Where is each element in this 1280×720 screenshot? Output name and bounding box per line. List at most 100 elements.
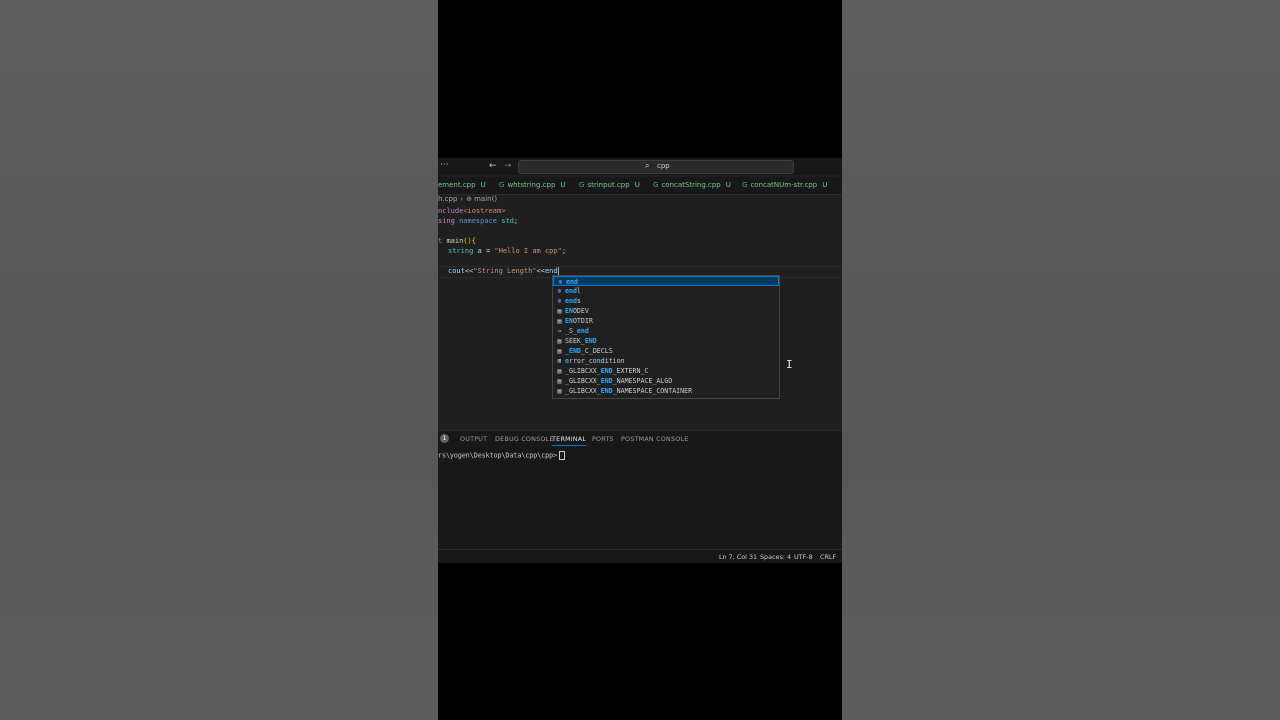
tab-status: U: [560, 181, 566, 189]
chevron-right-icon: ›: [460, 195, 464, 203]
code-line-1: nclude<iostream>: [438, 206, 505, 216]
code-token: <iostream>: [463, 207, 506, 215]
suggestion-item[interactable]: ⊞ error_condition: [553, 356, 779, 366]
problems-badge[interactable]: 1: [440, 434, 449, 443]
function-icon: ⊕: [466, 195, 473, 203]
tab-terminal[interactable]: TERMINAL: [552, 435, 587, 446]
terminal-cursor: [559, 451, 566, 460]
background-right: [842, 0, 1280, 720]
cpp-file-icon: G: [499, 181, 505, 189]
constant-icon: ▤: [557, 387, 562, 395]
cpp-file-icon: G: [653, 181, 659, 189]
suggestion-match: end: [566, 278, 578, 286]
breadcrumb-symbol[interactable]: main(): [474, 195, 497, 203]
forward-arrow-icon[interactable]: →: [504, 161, 512, 171]
terminal-prompt: rs\yogen\Desktop\Data\cpp\cpp>: [438, 451, 558, 460]
cpp-file-icon: G: [742, 181, 748, 189]
suggestion-match: END: [600, 367, 613, 375]
suggestion-item[interactable]: ▤ SEEK_END: [553, 336, 779, 346]
tab-concatstring[interactable]: GconcatString.cpp U: [653, 177, 731, 194]
suggestion-item[interactable]: ⊕ end: [553, 276, 779, 286]
tab-debug-console[interactable]: DEBUG CONSOLE: [495, 435, 554, 443]
code-token: ;: [513, 217, 519, 225]
namespace-icon: ⊕: [557, 287, 562, 295]
tab-status: U: [725, 181, 731, 189]
command-center-search[interactable]: ⌕ cpp: [518, 160, 794, 174]
tab-ports[interactable]: PORTS: [592, 435, 614, 443]
background-left: [0, 0, 438, 720]
terminal-line[interactable]: rs\yogen\Desktop\Data\cpp\cpp>: [438, 451, 566, 460]
line-ending[interactable]: CRLF: [820, 553, 836, 561]
code-token: "Hello I am cpp": [494, 247, 562, 255]
code-token: std: [501, 217, 514, 225]
suggestion-item[interactable]: ▤ _GLIBCXX_END_NAMESPACE_CONTAINER: [553, 386, 779, 396]
cpp-file-icon: G: [579, 181, 585, 189]
enum-icon: ⊞: [557, 357, 562, 365]
suggestion-item[interactable]: ⊕ ends: [553, 296, 779, 306]
suggestion-match: end: [576, 327, 589, 335]
code-token: "String Length": [473, 267, 537, 275]
indentation[interactable]: Spaces: 4: [760, 553, 791, 561]
video-frame: ··· ← → ⌕ cpp ement.cpp U Gwhtstring.cpp U…: [438, 0, 842, 720]
suggestion-rest: _EXTERN_C: [612, 367, 649, 375]
breadcrumb: h.cpp › ⊕ main(): [438, 195, 497, 206]
code-token: <<: [536, 267, 545, 275]
cursor-position[interactable]: Ln 7, Col 31: [719, 553, 757, 561]
suggestion-prefix: _GLIBCXX_: [565, 367, 601, 375]
suggestion-match: END: [568, 347, 581, 355]
suggestion-rest: l: [576, 287, 581, 295]
suggestion-rest: s: [576, 297, 581, 305]
more-icon[interactable]: ···: [440, 160, 449, 170]
code-token: cout: [448, 267, 465, 275]
vscode-window: ··· ← → ⌕ cpp ement.cpp U Gwhtstring.cpp U…: [438, 158, 842, 563]
back-arrow-icon[interactable]: ←: [489, 161, 497, 171]
title-bar: ··· ← → ⌕ cpp: [438, 158, 842, 175]
search-text: cpp: [657, 162, 670, 170]
breadcrumb-file[interactable]: h.cpp: [438, 195, 457, 203]
suggestion-rest: dition: [600, 357, 625, 365]
suggestion-rest: _NAMESPACE_ALGO: [612, 377, 673, 385]
suggestion-item[interactable]: ▤ ENODEV: [553, 306, 779, 316]
code-token: nclude: [438, 207, 464, 215]
constant-icon: ▤: [557, 347, 562, 355]
tab-output[interactable]: OUTPUT: [460, 435, 487, 443]
code-token: ;: [561, 247, 567, 255]
code-line-5: string a = "Hello I am cpp";: [448, 246, 566, 256]
suggestion-prefix: _GLIBCXX_: [565, 377, 601, 385]
code-line-4: t main(){: [438, 236, 476, 246]
bottom-panel: 1 OUTPUT DEBUG CONSOLE TERMINAL PORTS PO…: [438, 430, 842, 549]
tab-whtstring[interactable]: Gwhtstring.cpp U: [499, 177, 566, 194]
suggestion-item[interactable]: ▤ _END_C_DECLS: [553, 346, 779, 356]
constant-icon: ▤: [557, 367, 562, 375]
tab-concatnum-str[interactable]: GconcatNUm-str.cpp U: [742, 177, 827, 194]
suggestion-rest: _NAMESPACE_CONTAINER: [612, 387, 693, 395]
suggestion-prefix: _S_: [565, 327, 577, 335]
suggestion-item[interactable]: ▤ ENOTDIR: [553, 316, 779, 326]
tab-status: U: [480, 181, 486, 189]
suggestion-match: END: [600, 377, 613, 385]
code-line-7: cout<<"String Length"<<end: [448, 266, 559, 276]
suggestion-prefix: SEEK_: [565, 337, 585, 345]
code-token: (){: [463, 237, 476, 245]
suggestion-rest: ODEV: [572, 307, 589, 315]
constant-icon: ▤: [557, 317, 562, 325]
tab-label: concatNUm-str.cpp: [750, 181, 818, 189]
autocomplete-suggestions: ⊕ end ⊕ endl ⊕ ends ▤ ENODEV ▤ ENOTDIR ⊸ _S_en…: [552, 275, 780, 399]
link-icon: ⊸: [557, 327, 562, 335]
code-token: end: [544, 267, 558, 275]
suggestion-item[interactable]: ▤ _GLIBCXX_END_NAMESPACE_ALGO: [553, 376, 779, 386]
tab-label: whtstring.cpp: [507, 181, 556, 189]
encoding[interactable]: UTF-8: [794, 553, 813, 561]
tab-strinput[interactable]: Gstrinput.cpp U: [579, 177, 640, 194]
tab-postman-console[interactable]: POSTMAN CONSOLE: [621, 435, 689, 443]
suggestion-item[interactable]: ▤ _GLIBCXX_END_EXTERN_C: [553, 366, 779, 376]
suggestion-match: EN: [565, 317, 573, 325]
editor-tabs: ement.cpp U Gwhtstring.cpp U Gstrinput.cpp…: [438, 177, 842, 195]
suggestion-match: end: [565, 287, 577, 295]
suggestion-item[interactable]: ⊕ endl: [553, 286, 779, 296]
suggestion-match: EN: [565, 307, 573, 315]
tab-ement[interactable]: ement.cpp U: [438, 177, 486, 194]
suggestion-item[interactable]: ⊸ _S_end: [553, 326, 779, 336]
suggestion-rest: _C_DECLS: [580, 347, 613, 355]
tab-label: concatString.cpp: [661, 181, 721, 189]
